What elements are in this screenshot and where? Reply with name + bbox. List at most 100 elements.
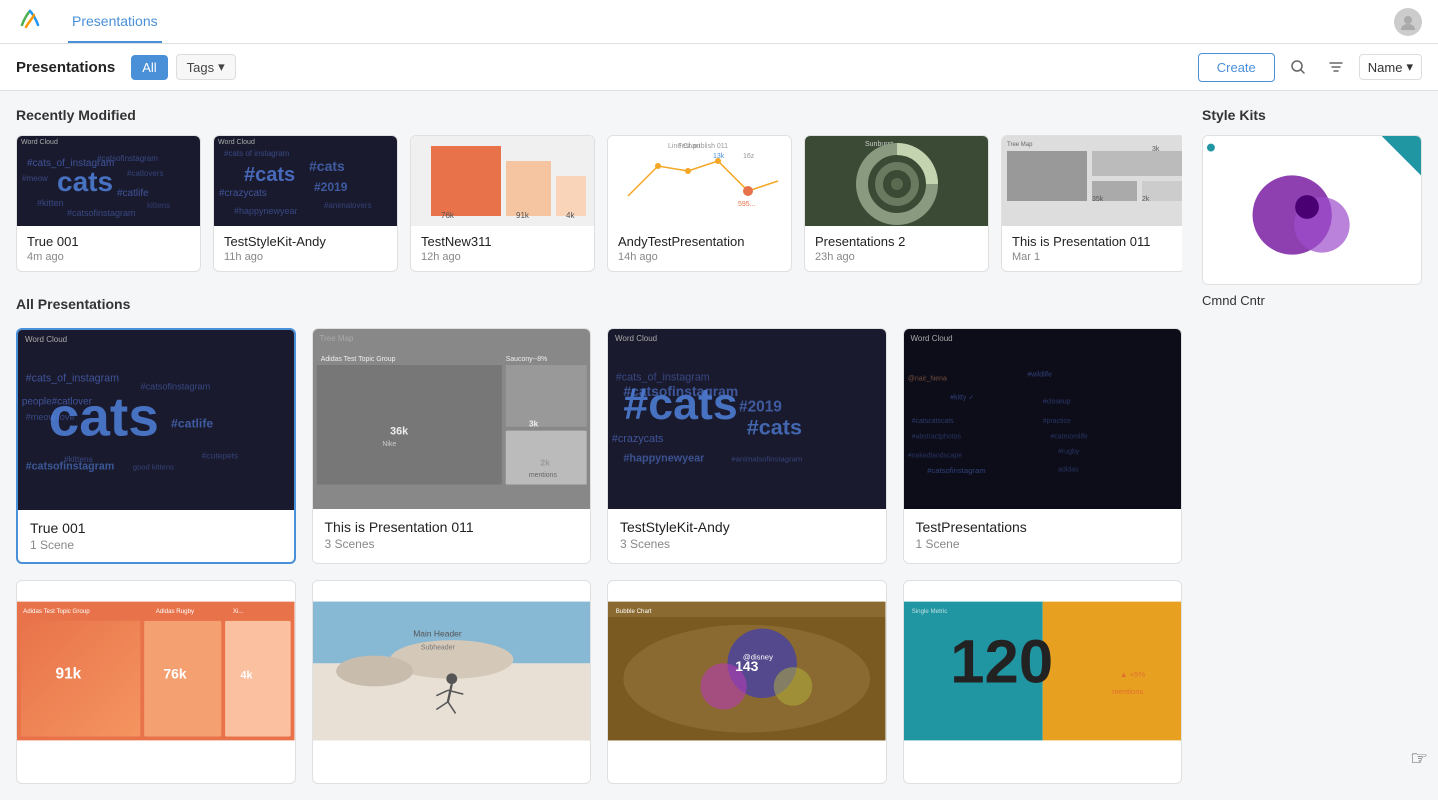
chevron-down-icon: ▾ [1406,59,1413,75]
avatar[interactable] [1394,8,1422,36]
svg-text:#cats of instagram: #cats of instagram [224,149,290,158]
filter-tags-button[interactable]: Tags ▾ [176,54,236,80]
pres-card-photo[interactable]: Main Header Subheader [312,580,592,784]
svg-text:Test publish 011: Test publish 011 [678,143,728,150]
top-navigation: Presentations [0,0,1438,44]
svg-text:#catlife: #catlife [117,188,149,199]
pres-card-orange-treemap[interactable]: Adidas Test Topic Group Adidas Rugby Xi.… [16,580,296,784]
right-sidebar: Style Kits Cmnd Cntr [1202,107,1422,784]
svg-text:#meow love: #meow love [26,412,75,422]
svg-text:#catsofinstagram: #catsofinstagram [26,461,115,473]
pres-card-info: This is Presentation 011 3 Scenes [313,509,591,561]
pres-card-meta: 3 Scenes [325,537,579,551]
svg-text:16z: 16z [743,153,755,160]
recent-card-info: Presentations 2 23h ago [805,226,988,271]
tab-presentations[interactable]: Presentations [68,1,162,43]
pres-card-true001[interactable]: Word Cloud cats #cats_of_instagram #cats… [16,328,296,564]
svg-text:35k: 35k [1092,196,1104,203]
svg-text:▲ +5%: ▲ +5% [1119,670,1145,679]
pres-card-meta: 1 Scene [916,537,1170,551]
svg-text:4k: 4k [241,670,253,682]
svg-text:Subheader: Subheader [420,644,455,651]
svg-text:kittens: kittens [147,201,170,210]
recent-card-time: 14h ago [618,251,781,263]
recent-card-info: TestNew311 12h ago [411,226,594,271]
recent-card-thumb: Line Chart Test publish 011 595... 13k 1… [608,136,791,226]
svg-text:#happynewyear: #happynewyear [623,452,705,464]
recent-card-teststylekit[interactable]: Word Cloud #cats of instagram #cats #cat… [213,135,398,272]
recent-card-name: TestStyleKit-Andy [224,234,387,249]
recent-card-thumb: Word Cloud #cats of instagram #cats #cat… [214,136,397,226]
recent-card-name: This is Presentation 011 [1012,234,1175,249]
svg-text:#animalsofinstagram: #animalsofinstagram [731,454,802,463]
svg-text:#catscatscats: #catscatscats [911,418,953,425]
svg-text:76k: 76k [441,211,455,220]
all-presentations-grid: Word Cloud cats #cats_of_instagram #cats… [16,328,1182,784]
svg-text:#catsofinstagram: #catsofinstagram [927,466,986,475]
svg-text:#abstractphotos: #abstractphotos [911,433,961,440]
svg-text:#practice: #practice [1042,418,1070,425]
pres-card-thumb: Main Header Subheader [313,581,591,761]
pres-card-thumb: Word Cloud #cats_of_instagram #cats #cat… [608,329,886,509]
svg-text:#animalovers: #animalovers [324,201,372,210]
svg-text:#catlovers: #catlovers [127,169,163,178]
pres-card-thumb: Single Metric 120 mentions ▲ +5% [904,581,1182,761]
pres-card-metric[interactable]: Single Metric 120 mentions ▲ +5% [903,580,1183,784]
main-content: Recently Modified Word Cloud cats #cats_… [0,91,1438,800]
svg-text:91k: 91k [56,666,82,683]
sub-header: Presentations All Tags ▾ Create Name ▾ [0,44,1438,91]
svg-text:#catlife: #catlife [171,417,213,431]
filter-all-button[interactable]: All [131,55,167,80]
recent-card-pres2[interactable]: Sunburst Presentations 2 23h ago [804,135,989,272]
sort-dropdown[interactable]: Name ▾ [1359,54,1422,80]
svg-text:#2019: #2019 [739,398,782,415]
pres-card-info: TestPresentations 1 Scene [904,509,1182,561]
pres-card-thumb: Adidas Test Topic Group Adidas Rugby Xi.… [17,581,295,761]
svg-text:Bubble Chart: Bubble Chart [616,608,652,615]
svg-text:Nike: Nike [382,441,396,448]
sort-order-button[interactable] [1321,52,1351,82]
style-kit-cmnd-cntr[interactable] [1202,135,1422,285]
pres-card-pres011[interactable]: Tree Map Adidas Test Topic Group Saucony… [312,328,592,564]
pres-card-info: True 001 1 Scene [18,510,294,562]
pres-card-name: TestPresentations [916,519,1170,535]
pres-card-bubble[interactable]: Bubble Chart @disney 143 [607,580,887,784]
pres-card-name: True 001 [30,520,282,536]
pres-card-info: TestStyleKit-Andy 3 Scenes [608,509,886,561]
recent-card-pres011[interactable]: Tree Map 35k 2k 3k This is Presentation … [1001,135,1182,272]
svg-text:#kitty ✓: #kitty ✓ [950,395,974,402]
app-logo[interactable] [16,5,44,38]
svg-text:#2019: #2019 [314,180,348,194]
pres-card-thumb: Word Cloud @nair_Nena #wildlife #kitty ✓… [904,329,1182,509]
svg-text:#wildlife: #wildlife [1027,372,1052,379]
svg-text:Main Header: Main Header [413,628,462,638]
pres-card-testpresentations[interactable]: Word Cloud @nair_Nena #wildlife #kitty ✓… [903,328,1183,564]
recent-card-thumb: Tree Map 35k 2k 3k [1002,136,1182,226]
recent-card-andy[interactable]: Line Chart Test publish 011 595... 13k 1… [607,135,792,272]
svg-text:@nair_Nena: @nair_Nena [907,375,946,382]
svg-text:Single Metric: Single Metric [911,608,947,615]
svg-text:#cats: #cats [747,414,802,439]
recent-card-true001[interactable]: Word Cloud cats #cats_of_instagram #cats… [16,135,201,272]
create-button[interactable]: Create [1198,53,1275,82]
svg-text:#nakedlandscape: #nakedlandscape [907,453,961,460]
svg-text:143: 143 [735,658,758,674]
recent-card-name: Presentations 2 [815,234,978,249]
svg-text:#cats: #cats [309,158,345,174]
recent-card-time: 12h ago [421,251,584,263]
pres-card-teststylekit[interactable]: Word Cloud #cats_of_instagram #cats #cat… [607,328,887,564]
svg-text:mentions: mentions [1112,687,1143,696]
style-kit-name: Cmnd Cntr [1202,293,1422,308]
style-kits-title: Style Kits [1202,107,1422,123]
svg-text:#meow: #meow [22,174,48,183]
recent-card-time: 23h ago [815,251,978,263]
recent-card-testnew311[interactable]: 76k 91k 4k TestNew311 12h ago [410,135,595,272]
svg-text:#catsofinstagram: #catsofinstagram [140,381,210,391]
search-button[interactable] [1283,52,1313,82]
svg-text:13k: 13k [713,153,725,160]
recent-card-info: TestStyleKit-Andy 11h ago [214,226,397,271]
svg-text:2k: 2k [540,457,550,467]
svg-text:good kittens: good kittens [133,463,174,472]
pres-card-name: This is Presentation 011 [325,519,579,535]
svg-text:76k: 76k [163,666,186,682]
